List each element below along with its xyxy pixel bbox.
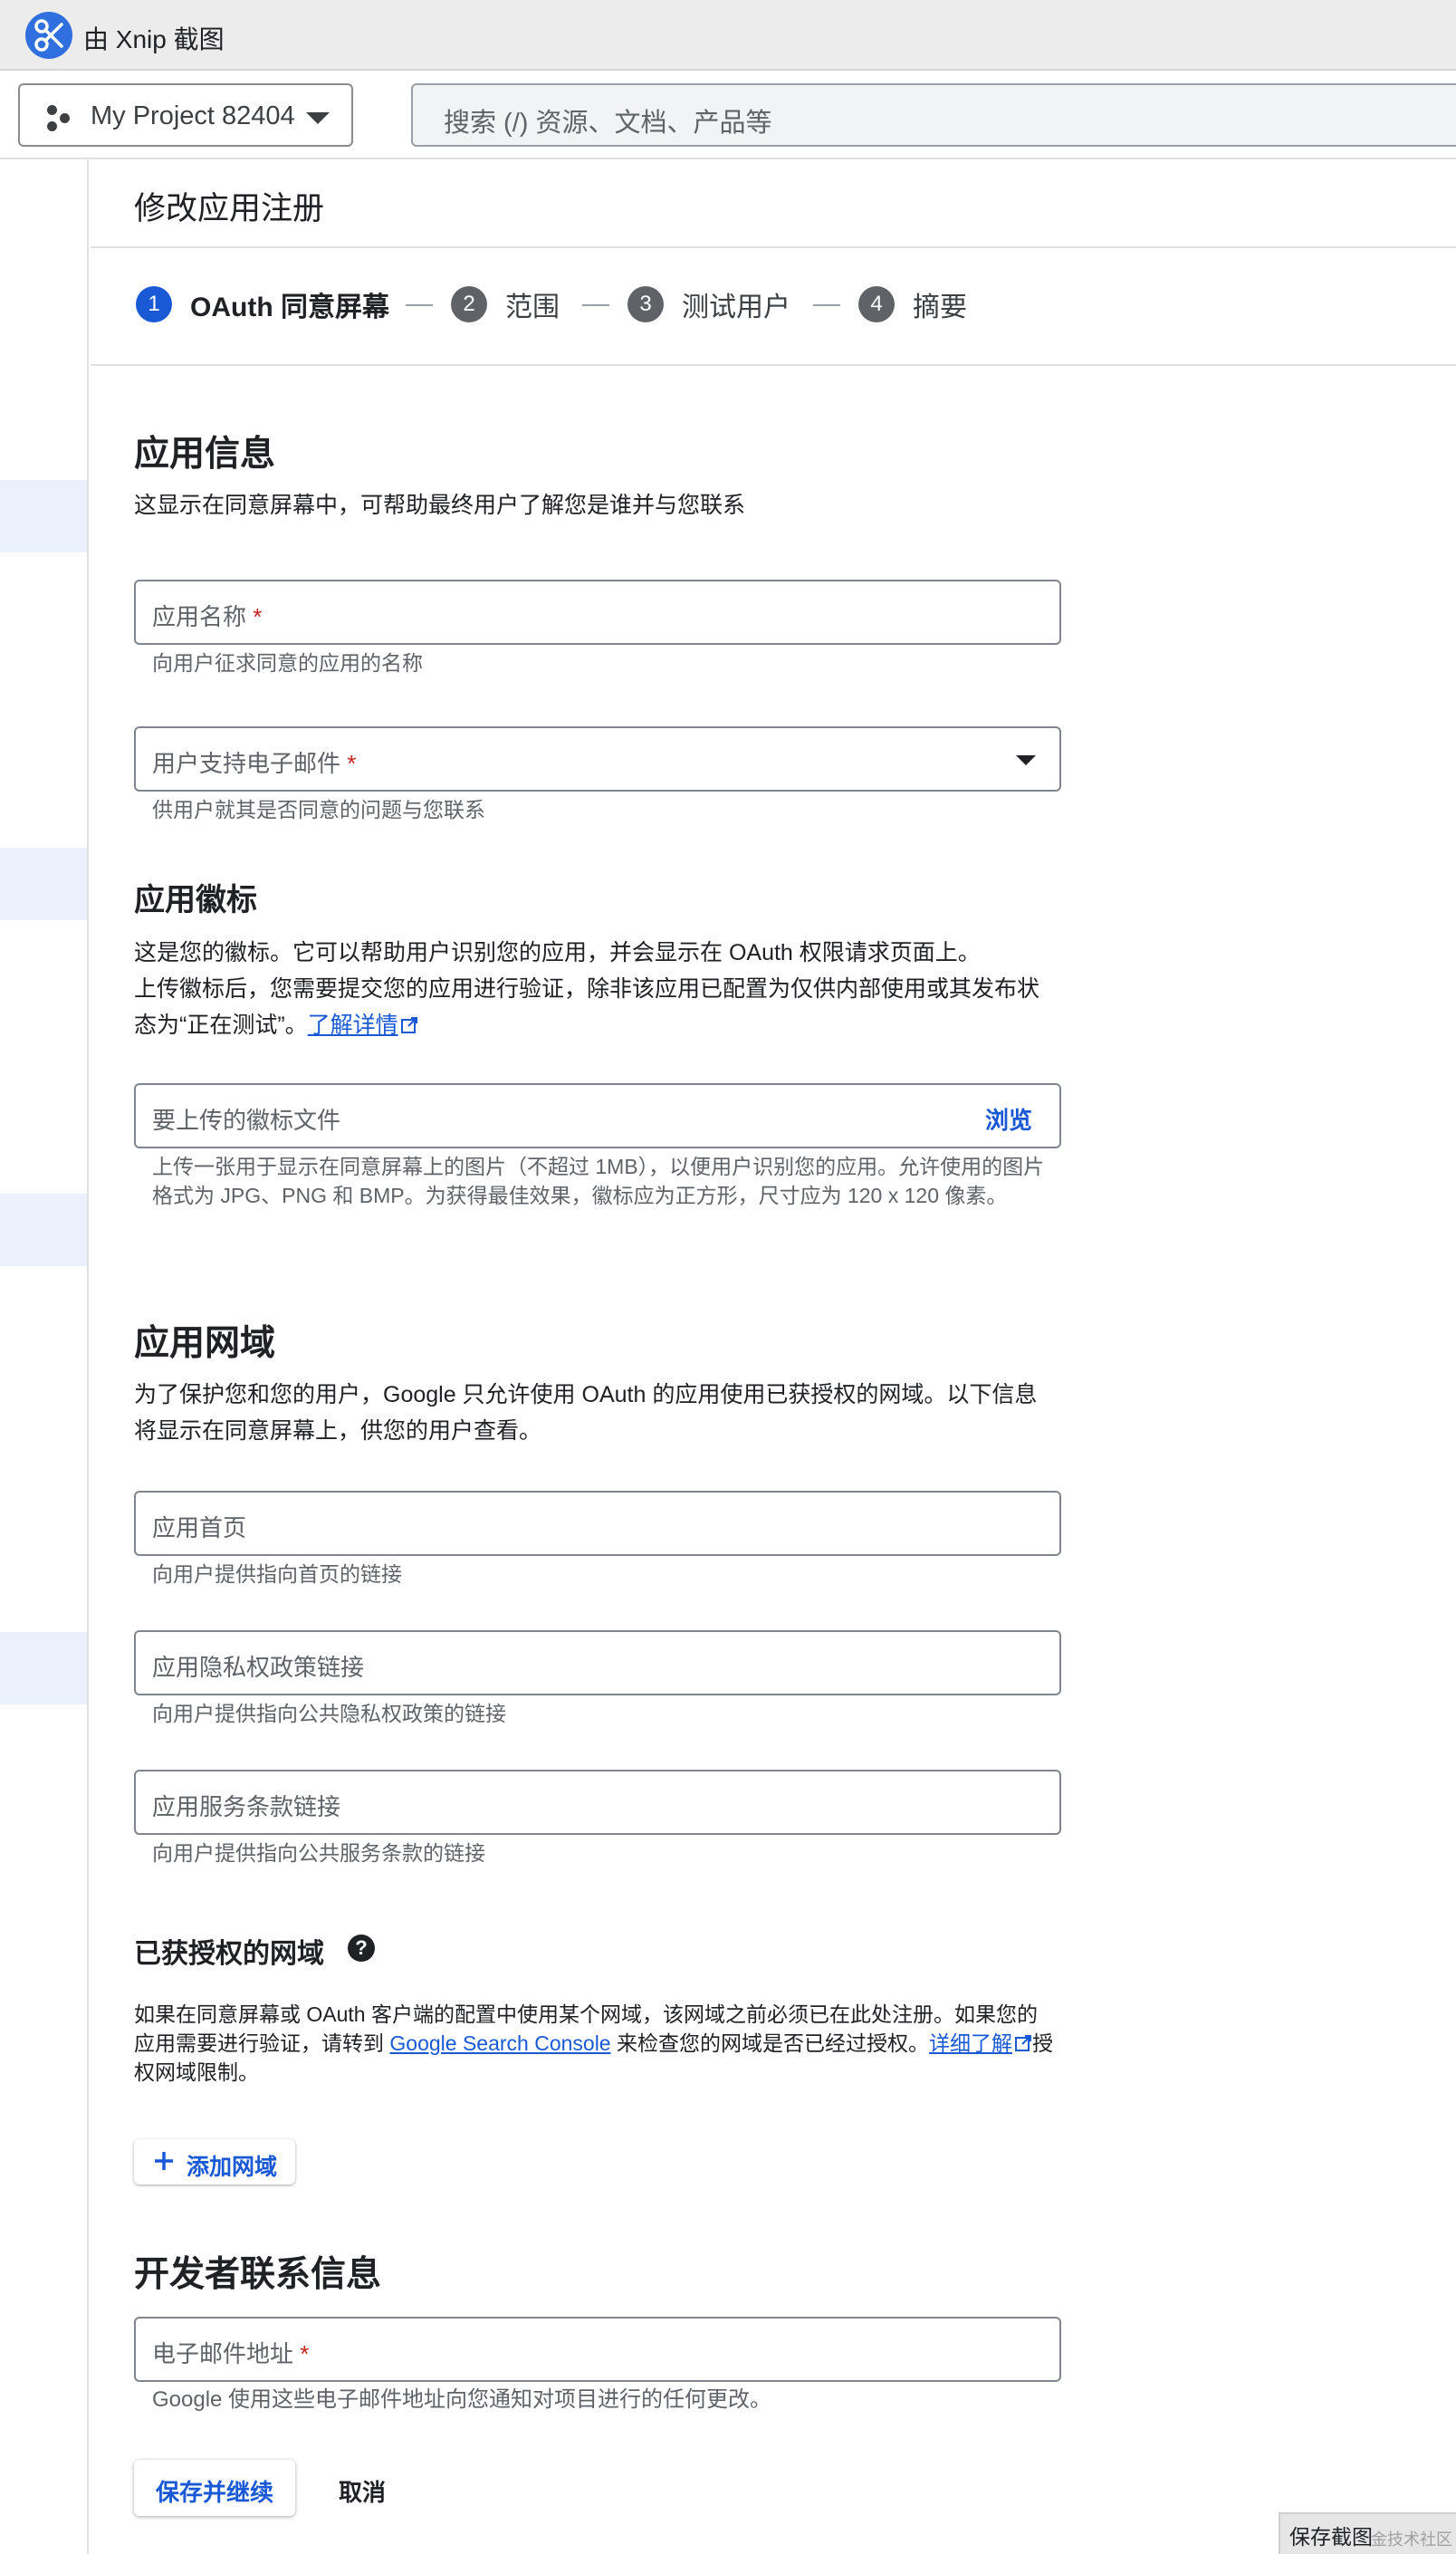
console-header: My Project 82404 搜索 (/) 资源、文档、产品等 [0,71,1456,159]
chevron-down-icon [306,112,330,124]
step-number: 4 [858,286,895,322]
step-test-users[interactable]: 3 测试用户 [627,284,790,324]
save-snapshot-badge[interactable]: 保存截图 金技术社区 [1279,2512,1456,2554]
project-name: My Project 82404 [91,101,295,130]
rail-highlight [0,1194,87,1266]
step-label: 摘要 [913,293,967,322]
step-separator [406,304,433,306]
privacy-policy-label: 应用隐私权政策链接 [152,1654,365,1681]
terms-of-service-field[interactable]: 应用服务条款链接 [134,1770,1061,1835]
step-number: 2 [451,286,487,322]
search-placeholder: 搜索 (/) 资源、文档、产品等 [444,109,772,138]
external-link-icon [400,1017,417,1033]
step-label: OAuth 同意屏幕 [190,293,389,322]
privacy-policy-field[interactable]: 应用隐私权政策链接 [134,1630,1061,1695]
step-oauth-consent[interactable]: 1 OAuth 同意屏幕 [136,284,389,324]
step-label: 测试用户 [682,293,790,322]
app-title: 由 Xnip 截图 [83,25,225,53]
add-domain-label: 添加网域 [187,2155,278,2180]
xnip-scissors-icon [25,12,72,59]
logo-file-field[interactable]: 要上传的徽标文件 浏览 [134,1083,1061,1148]
rail-highlight [0,1632,87,1704]
plus-icon [155,2152,173,2170]
left-nav-rail [0,159,89,2554]
project-icon [45,105,72,132]
authorized-domains-heading: 已获授权的网域 [134,1939,324,1969]
rail-highlight [0,480,87,552]
app-name-label: 应用名称 * [152,603,263,630]
privacy-policy-hint: 向用户提供指向公共隐私权政策的链接 [152,1702,506,1725]
step-separator [582,304,609,306]
save-snapshot-label: 保存截图 [1289,2525,1373,2549]
app-name-field[interactable]: 应用名称 * [134,580,1061,645]
homepage-label: 应用首页 [152,1514,247,1541]
logo-desc-line1: 这是您的徽标。它可以帮助用户识别您的应用，并会显示在 OAuth 权限请求页面上… [134,940,981,965]
save-and-continue-button[interactable]: 保存并继续 [134,2460,295,2516]
learn-more-link[interactable]: 了解详情 [308,1013,398,1038]
dropdown-arrow-icon [1016,755,1036,765]
stepper: 1 OAuth 同意屏幕 2 范围 3 测试用户 4 摘要 [91,248,1456,366]
help-icon[interactable]: ? [348,1935,375,1962]
step-separator [813,304,840,306]
app-name-hint: 向用户征求同意的应用的名称 [152,651,423,675]
learn-more-link[interactable]: 详细了解 [929,2031,1012,2055]
logo-heading: 应用徽标 [134,883,257,917]
step-number: 1 [136,286,172,322]
logo-file-hint: 上传一张用于显示在同意屏幕上的图片（不超过 1MB），以便用户识别您的应用。允许… [152,1155,1045,1207]
external-link-icon [1015,2035,1031,2051]
terms-of-service-hint: 向用户提供指向公共服务条款的链接 [152,1841,485,1865]
cancel-button[interactable]: 取消 [321,2460,429,2516]
browse-button[interactable]: 浏览 [985,1102,1032,1136]
app-info-desc: 这显示在同意屏幕中，可帮助最终用户了解您是谁并与您联系 [134,493,746,518]
support-email-select[interactable]: 用户支持电子邮件 * [134,726,1061,792]
homepage-hint: 向用户提供指向首页的链接 [152,1562,402,1586]
developer-email-hint: Google 使用这些电子邮件地址向您通知对项目进行的任何更改。 [152,2387,772,2412]
app-domain-heading: 应用网域 [134,1324,276,1363]
page-title: 修改应用注册 [134,191,325,226]
xnip-title-bar: 由 Xnip 截图 [0,0,1456,71]
page-title-row: 修改应用注册 [91,159,1456,248]
search-console-link[interactable]: Google Search Console [389,2031,610,2055]
project-picker[interactable]: My Project 82404 [18,83,353,147]
authorized-domains-desc: 如果在同意屏幕或 OAuth 客户端的配置中使用某个网域，该网域之前必须已在此处… [134,2002,1053,2084]
logo-file-label: 要上传的徽标文件 [152,1107,341,1134]
terms-of-service-label: 应用服务条款链接 [152,1793,341,1820]
support-email-label: 用户支持电子邮件 * [152,750,357,777]
step-label: 范围 [505,293,560,322]
search-input[interactable]: 搜索 (/) 资源、文档、产品等 [411,83,1456,147]
watermark-text: 金技术社区 [1371,2530,1452,2549]
developer-email-label: 电子邮件地址 * [152,2340,310,2367]
save-and-continue-label: 保存并继续 [155,2479,273,2506]
step-scopes[interactable]: 2 范围 [451,284,560,324]
step-summary[interactable]: 4 摘要 [858,284,967,324]
homepage-field[interactable]: 应用首页 [134,1491,1061,1556]
app-domain-desc: 为了保护您和您的用户，Google 只允许使用 OAuth 的应用使用已获授权的… [134,1382,1038,1444]
add-domain-button[interactable]: 添加网域 [134,2139,295,2184]
developer-email-field[interactable]: 电子邮件地址 * [134,2317,1061,2382]
step-number: 3 [627,286,664,322]
cancel-label: 取消 [339,2479,387,2506]
app-info-heading: 应用信息 [134,435,276,474]
rail-highlight [0,848,87,920]
developer-contact-heading: 开发者联系信息 [134,2255,382,2294]
logo-desc-line2: 上传徽标后，您需要提交您的应用进行验证，除非该应用已配置为仅供内部使用或其发布状… [134,976,1040,1038]
support-email-hint: 供用户就其是否同意的问题与您联系 [152,798,485,821]
